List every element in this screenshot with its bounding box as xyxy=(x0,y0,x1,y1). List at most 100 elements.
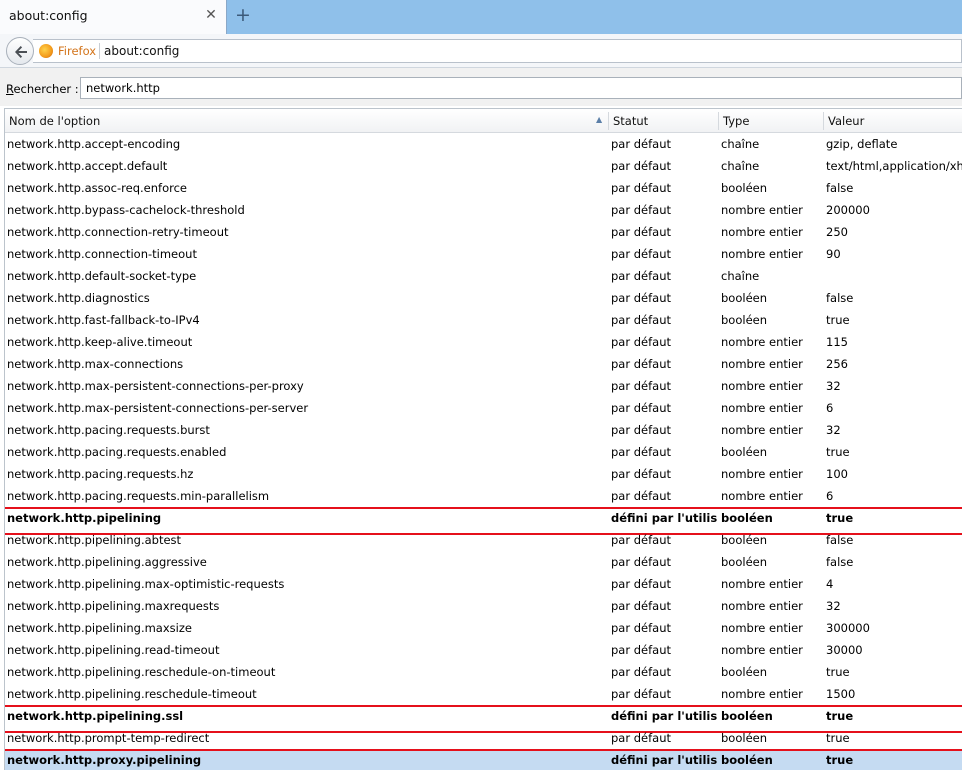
table-row[interactable]: network.http.max-connections par défaut no… xyxy=(5,353,962,375)
pref-value: true xyxy=(826,511,854,525)
table-row[interactable]: network.http.diagnostics par défaut boolée… xyxy=(5,287,962,309)
pref-name: network.http.pipelining.aggressive xyxy=(7,555,207,569)
pref-value xyxy=(826,265,962,287)
pref-type: chaîne xyxy=(721,269,760,283)
pref-status: par défaut xyxy=(611,379,671,393)
pref-name: network.http.pipelining.reschedule-timeo… xyxy=(7,687,257,701)
column-header-value[interactable]: Valeur xyxy=(824,109,864,133)
table-row[interactable]: network.http.fast-fallback-to-IPv4 par dé… xyxy=(5,309,962,331)
pref-status: par défaut xyxy=(611,401,671,415)
pref-value: 1500 xyxy=(826,687,856,701)
pref-type: chaîne xyxy=(721,159,760,173)
pref-value: 115 xyxy=(826,335,848,349)
table-row[interactable]: network.http.bypass-cachelock-threshold p… xyxy=(5,199,962,221)
table-row[interactable]: network.http.pacing.requests.hz par défau… xyxy=(5,463,962,485)
pref-status: par défaut xyxy=(611,599,671,613)
url-separator xyxy=(99,43,100,59)
pref-name: network.http.pipelining.maxrequests xyxy=(7,599,220,613)
column-header-name[interactable]: Nom de l'option xyxy=(5,109,100,133)
table-row[interactable]: network.http.pipelining.read-timeout par … xyxy=(5,639,962,661)
table-row[interactable]: network.http.accept.default par défaut cha… xyxy=(5,155,962,177)
table-row[interactable]: network.http.pipelining.maxsize par défau… xyxy=(5,617,962,639)
pref-type: nombre entier xyxy=(721,643,803,657)
column-header-status[interactable]: Statut xyxy=(609,109,648,133)
table-row[interactable]: network.http.pipelining.reschedule-timeo… xyxy=(5,683,962,705)
pref-name: network.http.pipelining xyxy=(7,511,162,525)
pref-value: text/html,application/xhtml+xml xyxy=(826,159,962,173)
pref-type: nombre entier xyxy=(721,225,803,239)
tab-strip: about:config ✕ + xyxy=(0,0,962,34)
search-input[interactable] xyxy=(80,77,962,99)
pref-name: network.http.keep-alive.timeout xyxy=(7,335,193,349)
table-row[interactable]: network.http.connection-timeout par défau… xyxy=(5,243,962,265)
table-row[interactable]: network.http.prompt-temp-redirect par déf… xyxy=(5,727,962,749)
pref-type: nombre entier xyxy=(721,599,803,613)
table-row[interactable]: network.http.proxy.pipelining défini par … xyxy=(5,749,962,770)
pref-name: network.http.max-persistent-connections-… xyxy=(7,401,309,415)
pref-value: 6 xyxy=(826,401,834,415)
table-row[interactable]: network.http.default-socket-type par défa… xyxy=(5,265,962,287)
pref-name: network.http.connection-retry-timeout xyxy=(7,225,229,239)
url-bar[interactable]: Firefox about:config xyxy=(33,39,962,63)
pref-type: booléen xyxy=(721,291,768,305)
pref-value: true xyxy=(826,709,854,723)
pref-status: par défaut xyxy=(611,159,671,173)
pref-name: network.http.pacing.requests.burst xyxy=(7,423,210,437)
close-icon[interactable]: ✕ xyxy=(204,7,218,23)
pref-status: par défaut xyxy=(611,621,671,635)
pref-status: par défaut xyxy=(611,247,671,261)
table-row[interactable]: network.http.pipelining.maxrequests par d… xyxy=(5,595,962,617)
pref-type: booléen xyxy=(721,181,768,195)
sort-ascending-icon: ▲ xyxy=(596,115,603,124)
table-body: network.http.accept-encoding par défaut ch… xyxy=(5,133,962,770)
column-header-type[interactable]: Type xyxy=(719,109,749,133)
table-row[interactable]: network.http.pipelining.max-optimistic-r… xyxy=(5,573,962,595)
table-row[interactable]: network.http.pipelining.abtest par défaut… xyxy=(5,529,962,551)
table-row[interactable]: network.http.connection-retry-timeout par… xyxy=(5,221,962,243)
pref-type: booléen xyxy=(721,709,773,723)
table-row[interactable]: network.http.max-persistent-connections-… xyxy=(5,397,962,419)
pref-name: network.http.pipelining.max-optimistic-r… xyxy=(7,577,285,591)
pref-value: 32 xyxy=(826,599,841,613)
url-text[interactable]: about:config xyxy=(104,44,179,58)
pref-name: network.http.max-persistent-connections-… xyxy=(7,379,304,393)
pref-type: booléen xyxy=(721,533,768,547)
table-row[interactable]: network.http.accept-encoding par défaut ch… xyxy=(5,133,962,155)
table-row[interactable]: network.http.pipelining.aggressive par dé… xyxy=(5,551,962,573)
pref-status: par défaut xyxy=(611,203,671,217)
pref-type: booléen xyxy=(721,753,773,767)
table-row[interactable]: network.http.pacing.requests.min-paralle… xyxy=(5,485,962,507)
table-row[interactable]: network.http.keep-alive.timeout par défau… xyxy=(5,331,962,353)
pref-type: nombre entier xyxy=(721,423,803,437)
pref-type: nombre entier xyxy=(721,203,803,217)
table-row[interactable]: network.http.pipelining défini par l'util… xyxy=(5,507,962,535)
pref-type: nombre entier xyxy=(721,577,803,591)
pref-status: par défaut xyxy=(611,445,671,459)
table-row[interactable]: network.http.pacing.requests.enabled par … xyxy=(5,441,962,463)
table-row[interactable]: network.http.pacing.requests.burst par dé… xyxy=(5,419,962,441)
pref-name: network.http.bypass-cachelock-threshold xyxy=(7,203,245,217)
back-button[interactable] xyxy=(6,37,34,65)
pref-value: false xyxy=(826,181,854,195)
pref-value: 250 xyxy=(826,225,848,239)
pref-type: booléen xyxy=(721,511,773,525)
pref-status: par défaut xyxy=(611,643,671,657)
table-row[interactable]: network.http.assoc-req.enforce par défaut… xyxy=(5,177,962,199)
table-row[interactable]: network.http.pipelining.reschedule-on-ti… xyxy=(5,661,962,683)
pref-status: par défaut xyxy=(611,313,671,327)
search-label: Rechercher : xyxy=(6,82,79,96)
pref-status: par défaut xyxy=(611,423,671,437)
pref-name: network.http.accept.default xyxy=(7,159,168,173)
pref-status: par défaut xyxy=(611,665,671,679)
pref-value: true xyxy=(826,753,854,767)
tab-about-config[interactable]: about:config ✕ xyxy=(0,0,227,34)
pref-value: 32 xyxy=(826,379,841,393)
table-row[interactable]: network.http.pipelining.ssl défini par l'… xyxy=(5,705,962,733)
table-row[interactable]: network.http.max-persistent-connections-… xyxy=(5,375,962,397)
table-header: Nom de l'option ▲ Statut Type Valeur xyxy=(5,109,962,133)
pref-type: nombre entier xyxy=(721,489,803,503)
pref-type: nombre entier xyxy=(721,467,803,481)
identity-label[interactable]: Firefox xyxy=(58,44,96,58)
plus-icon[interactable]: + xyxy=(234,4,252,26)
pref-type: booléen xyxy=(721,731,768,745)
